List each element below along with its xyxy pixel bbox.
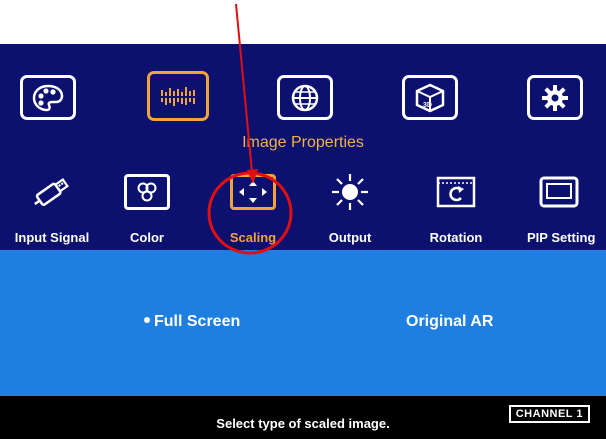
pip-window-icon [539, 176, 579, 208]
scaling-options-panel: Full Screen Original AR [0, 250, 606, 396]
palette-icon [32, 84, 64, 111]
sun-icon [332, 174, 368, 210]
option-label: Original AR [406, 313, 494, 330]
submenu-label: Color [130, 230, 164, 245]
equalizer-icon [161, 87, 195, 106]
submenu-label: PIP Setting [527, 230, 596, 245]
status-bar: Select type of scaled image. CHANNEL 1 [0, 396, 606, 439]
top-menu-globe[interactable] [277, 75, 333, 120]
top-menu-palette[interactable] [20, 75, 76, 120]
rotation-icon [436, 176, 476, 208]
gear-icon [542, 84, 568, 111]
submenu-color[interactable]: Color [107, 172, 187, 245]
selected-dot-icon [144, 316, 150, 323]
submenu-scaling[interactable]: Scaling [213, 172, 293, 245]
top-menu-settings[interactable] [527, 75, 583, 120]
color-icon [137, 182, 157, 202]
submenu-pip-setting[interactable]: PIP Setting [519, 172, 599, 245]
submenu-rotation[interactable]: Rotation [416, 172, 496, 245]
scaling-arrows-icon [239, 181, 267, 203]
top-menu-3d[interactable]: 3D [402, 75, 458, 120]
svg-text:3D: 3D [423, 102, 432, 109]
top-menu-image-properties[interactable] [147, 71, 209, 121]
usb-plug-icon [34, 178, 69, 206]
option-label: Full Screen [154, 313, 241, 330]
submenu-label: Rotation [429, 230, 483, 245]
3d-cube-icon: 3D [415, 83, 445, 112]
submenu-input-signal[interactable]: Input Signal [12, 172, 92, 245]
section-title: Image Properties [242, 134, 364, 151]
globe-icon [291, 84, 319, 111]
option-full-screen[interactable]: Full Screen [144, 313, 240, 331]
option-original-ar[interactable]: Original AR [406, 313, 493, 331]
submenu-label: Output [328, 230, 372, 245]
channel-indicator: CHANNEL 1 [508, 405, 590, 423]
osd-menu: 3D Image Properties Input Signal Color S… [0, 44, 606, 439]
submenu-output[interactable]: Output [310, 172, 390, 245]
